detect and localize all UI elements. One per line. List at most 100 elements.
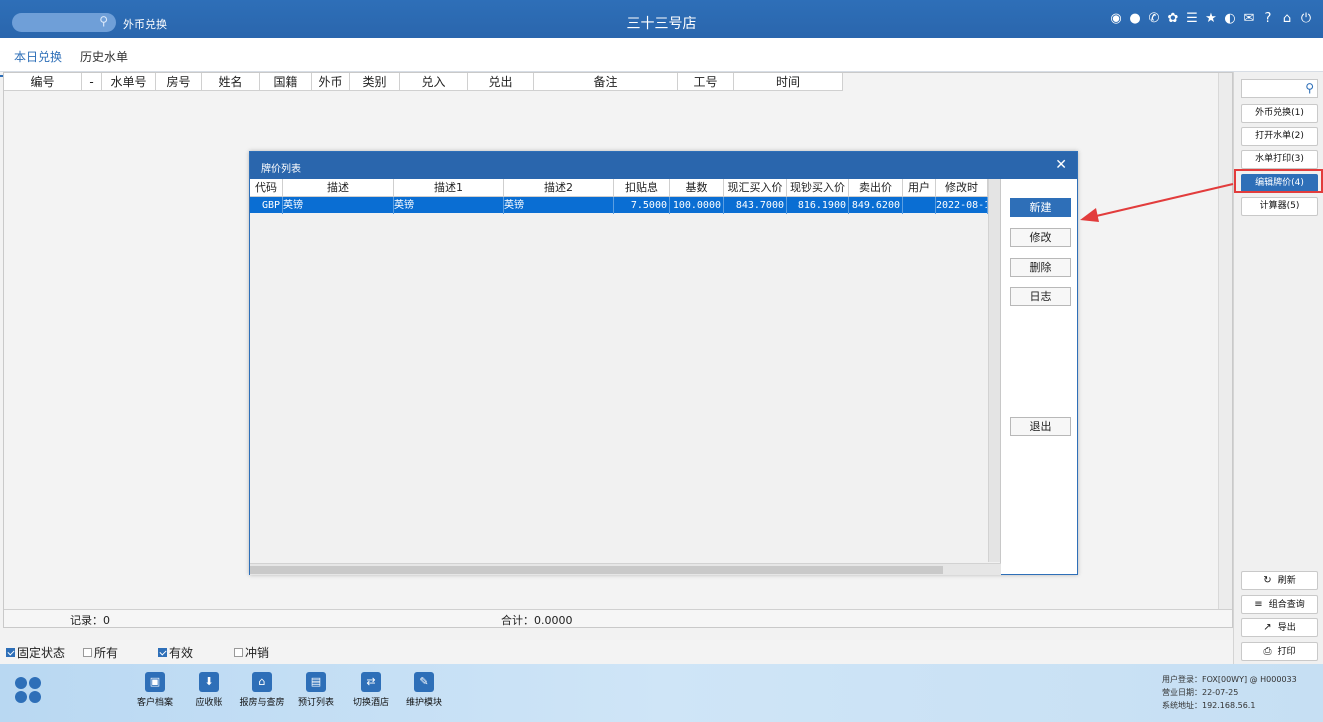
top-icon-bar: ◉ ● ✆ ✿ ☰ ★ ◐ ✉ ? ⌂ ⏻ xyxy=(1109,12,1313,26)
col-header[interactable]: 国籍 xyxy=(260,73,312,91)
rate-table: 代码 描述 描述1 描述2 扣贴息 基数 现汇买入价 现钞买入价 卖出价 用户 … xyxy=(250,179,1001,575)
col-header[interactable]: 外币 xyxy=(312,73,350,91)
col-header[interactable]: 扣贴息 xyxy=(614,179,670,196)
refresh-label: 刷新 xyxy=(1277,576,1296,586)
rate-list-dialog: 牌价列表 ✕ 代码 描述 描述1 描述2 扣贴息 基数 现汇买入价 现钞买入价 … xyxy=(249,151,1078,575)
palette-icon[interactable]: ✿ xyxy=(1166,12,1180,26)
record-count: 记录：0 xyxy=(70,614,110,627)
phone-icon[interactable]: ✆ xyxy=(1147,12,1161,26)
cell-desc1: 英镑 xyxy=(394,197,504,214)
reversal-checkbox[interactable]: 冲销 xyxy=(234,644,269,661)
col-header[interactable]: - xyxy=(82,73,102,91)
col-header[interactable]: 房号 xyxy=(156,73,202,91)
col-header[interactable]: 兑入 xyxy=(400,73,468,91)
dialog-title: 牌价列表 xyxy=(261,164,301,175)
room-report-button[interactable]: ⌂ 报房与查房 xyxy=(234,672,290,708)
dialog-horizontal-scrollbar[interactable] xyxy=(250,563,1001,575)
edit-button[interactable]: 修改 xyxy=(1010,228,1071,247)
valid-label: 有效 xyxy=(169,646,194,660)
fixed-status-checkbox[interactable]: 固定状态 xyxy=(6,644,65,661)
session-info: 用户登录：FOX[00WY] @ H000033 营业日期：22-07-25 系… xyxy=(1162,673,1297,712)
col-header[interactable]: 编号 xyxy=(4,73,82,91)
cell-cash-buy: 816.1900 xyxy=(787,197,849,214)
fixed-status-label: 固定状态 xyxy=(17,646,66,660)
print-label: 打印 xyxy=(1277,647,1296,657)
checkbox-unchecked[interactable] xyxy=(83,648,92,657)
col-header[interactable]: 卖出价 xyxy=(849,179,903,196)
printer-icon: ⎙ xyxy=(1263,646,1272,657)
close-icon[interactable]: ✕ xyxy=(1055,157,1067,173)
search-icon[interactable]: ⚲ xyxy=(1305,81,1314,95)
col-header[interactable]: 描述2 xyxy=(504,179,614,196)
grid-vertical-scrollbar[interactable] xyxy=(1218,73,1232,610)
valid-checkbox[interactable]: 有效 xyxy=(158,644,193,661)
cell-sell: 849.6200 xyxy=(849,197,903,214)
tab-bar: 本日兑换 历史水单 xyxy=(0,38,1323,77)
col-header[interactable]: 备注 xyxy=(534,73,678,91)
app-logo-icon[interactable] xyxy=(15,677,43,705)
col-header[interactable]: 现钞买入价 xyxy=(787,179,849,196)
cell-modified-time: 2022-08-12 xyxy=(936,197,988,214)
col-header[interactable]: 现汇买入价 xyxy=(724,179,787,196)
scrollbar-thumb[interactable] xyxy=(250,566,943,574)
right-action-panel: ⚲ 外币兑换(1) 打开水单(2) 水单打印(3) 编辑牌价(4) 计算器(5)… xyxy=(1233,72,1323,664)
customer-profiles-button[interactable]: ▣ 客户档案 xyxy=(127,672,183,708)
mail-icon[interactable]: ✉ xyxy=(1242,12,1256,26)
status-filter-bar: 固定状态 所有 有效 冲销 xyxy=(0,640,1233,664)
log-button[interactable]: 日志 xyxy=(1010,287,1071,306)
export-label: 导出 xyxy=(1277,623,1296,633)
home-icon[interactable]: ⌂ xyxy=(1280,12,1294,26)
calculator-button[interactable]: 计算器(5) xyxy=(1241,197,1318,216)
receivables-button[interactable]: ⬇ 应收账 xyxy=(181,672,237,708)
share-icon: ↗ xyxy=(1263,622,1272,633)
table-row[interactable]: GBP 英镑 英镑 英镑 7.5000 100.0000 843.7000 81… xyxy=(250,197,988,214)
col-header[interactable]: 姓名 xyxy=(202,73,260,91)
power-icon[interactable]: ⏻ xyxy=(1299,12,1313,26)
tab-today-exchange[interactable]: 本日兑换 xyxy=(0,48,75,77)
col-header[interactable]: 描述 xyxy=(283,179,394,196)
checkbox-checked[interactable] xyxy=(158,648,167,657)
maintenance-label: 维护模块 xyxy=(405,698,442,708)
star-icon[interactable]: ★ xyxy=(1204,12,1218,26)
dialog-vertical-scrollbar[interactable] xyxy=(988,179,1000,562)
col-header[interactable]: 类别 xyxy=(350,73,400,91)
message-icon[interactable]: ● xyxy=(1128,12,1142,26)
col-header[interactable]: 用户 xyxy=(903,179,936,196)
print-button[interactable]: ⎙ 打印 xyxy=(1241,642,1318,661)
tab-history-receipts[interactable]: 历史水单 xyxy=(80,48,128,65)
total-sum: 合计：0.0000 xyxy=(501,614,573,627)
sidebar-search-input[interactable]: ⚲ xyxy=(1241,79,1318,98)
col-header[interactable]: 兑出 xyxy=(468,73,534,91)
col-header[interactable]: 描述1 xyxy=(394,179,504,196)
refresh-button[interactable]: ↻ 刷新 xyxy=(1241,571,1318,590)
list-icon: ≡ xyxy=(1254,599,1263,610)
help-icon[interactable]: ? xyxy=(1261,12,1275,26)
all-checkbox[interactable]: 所有 xyxy=(83,644,118,661)
reservation-list-button[interactable]: ▤ 预订列表 xyxy=(288,672,344,708)
checkbox-checked[interactable] xyxy=(6,648,15,657)
wifi-icon[interactable]: ◉ xyxy=(1109,12,1123,26)
contacts-icon: ▣ xyxy=(145,672,165,692)
cell-user xyxy=(903,197,936,214)
combined-query-button[interactable]: ≡ 组合查询 xyxy=(1241,595,1318,614)
exit-button[interactable]: 退出 xyxy=(1010,417,1071,436)
new-button[interactable]: 新建 xyxy=(1010,198,1071,217)
col-header[interactable]: 代码 xyxy=(250,179,283,196)
col-header[interactable]: 基数 xyxy=(670,179,724,196)
open-receipt-button[interactable]: 打开水单(2) xyxy=(1241,127,1318,146)
switch-hotel-button[interactable]: ⇄ 切换酒店 xyxy=(343,672,399,708)
col-header[interactable]: 工号 xyxy=(678,73,734,91)
menu-icon[interactable]: ☰ xyxy=(1185,12,1199,26)
grid-header: 编号 - 水单号 房号 姓名 国籍 外币 类别 兑入 兑出 备注 工号 时间 xyxy=(4,73,843,91)
export-button[interactable]: ↗ 导出 xyxy=(1241,618,1318,637)
currency-exchange-button[interactable]: 外币兑换(1) xyxy=(1241,104,1318,123)
delete-button[interactable]: 删除 xyxy=(1010,258,1071,277)
maintenance-button[interactable]: ✎ 维护模块 xyxy=(396,672,452,708)
highlight-box xyxy=(1234,169,1323,193)
col-header[interactable]: 水单号 xyxy=(102,73,156,91)
col-header[interactable]: 时间 xyxy=(734,73,843,91)
print-receipt-button[interactable]: 水单打印(3) xyxy=(1241,150,1318,169)
contrast-icon[interactable]: ◐ xyxy=(1223,12,1237,26)
col-header[interactable]: 修改时 xyxy=(936,179,988,196)
checkbox-unchecked[interactable] xyxy=(234,648,243,657)
